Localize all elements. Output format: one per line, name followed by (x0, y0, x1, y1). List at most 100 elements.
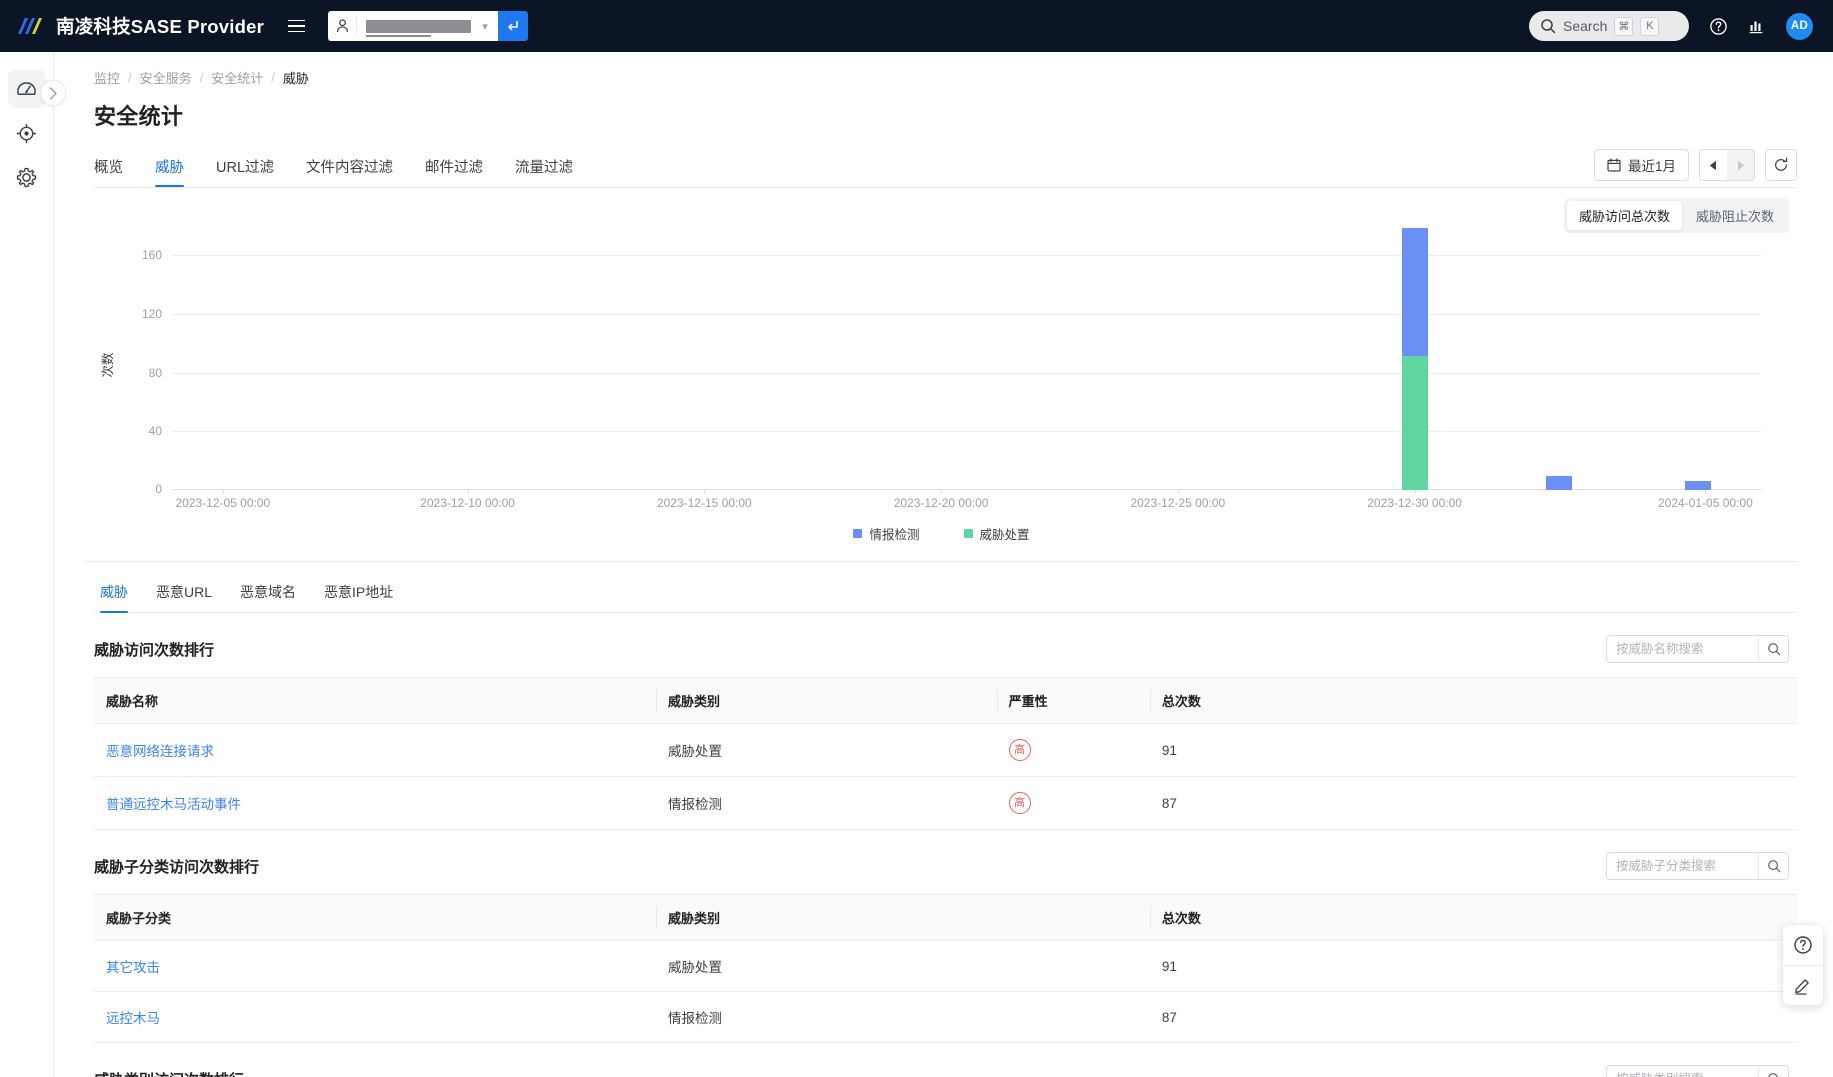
caret-right-icon (1738, 160, 1745, 170)
tab-overview[interactable]: 概览 (94, 150, 123, 187)
tab-traffic-filter[interactable]: 流量过滤 (515, 150, 573, 187)
threat-name-search[interactable] (1606, 635, 1789, 663)
avatar[interactable]: AD (1786, 12, 1813, 40)
bar-segment-threat-handling (1401, 356, 1428, 490)
subcategory-link[interactable]: 其它攻击 (106, 960, 160, 975)
tenant-select-field[interactable]: ▾ (327, 11, 498, 41)
search-input[interactable] (1607, 1066, 1758, 1077)
section-header-subcategory-ranking: 威胁子分类访问次数排行 (94, 830, 1797, 894)
bar-stack-2024-01-01[interactable] (1546, 476, 1573, 490)
cell-category: 情报检测 (655, 991, 1150, 1043)
threat-name-link[interactable]: 恶意网络连接请求 (106, 744, 214, 759)
x-tickmark (1414, 490, 1416, 494)
tab-threat[interactable]: 威胁 (155, 150, 184, 187)
breadcrumb-separator: / (271, 70, 275, 85)
column-threat-category: 威胁类别 (655, 894, 1150, 941)
bar-stack-2024-01-04[interactable] (1684, 481, 1711, 490)
tab-url-filter[interactable]: URL过滤 (216, 150, 274, 187)
subtab-malicious-domain[interactable]: 恶意域名 (240, 576, 296, 612)
feedback-dock-button[interactable] (1783, 965, 1823, 1005)
x-tick-4: 2023-12-25 00:00 (1130, 496, 1226, 510)
breadcrumb-item-2[interactable]: 安全统计 (211, 68, 263, 87)
legend-label-threat-handling: 威胁处置 (979, 528, 1030, 542)
search-icon (1767, 860, 1780, 873)
chart-bars (172, 228, 1761, 490)
x-tick-1: 2023-12-10 00:00 (420, 496, 515, 510)
search-input[interactable] (1607, 636, 1758, 662)
hamburger-icon (288, 25, 306, 27)
subtab-malicious-ip[interactable]: 恶意IP地址 (324, 576, 393, 612)
range-next-button (1727, 150, 1754, 180)
breadcrumb-item-1[interactable]: 安全服务 (140, 68, 192, 87)
global-search-button[interactable]: Search ⌘ K (1529, 11, 1689, 41)
primary-tabs: 概览 威胁 URL过滤 文件内容过滤 邮件过滤 流量过滤 最近1月 (86, 149, 1797, 187)
pencil-icon (1795, 978, 1809, 995)
refresh-button[interactable] (1765, 149, 1797, 181)
legend-item-threat-handling[interactable]: 威胁处置 (963, 524, 1030, 543)
brand-title: 南凌科技SASE Provider (56, 16, 264, 37)
legend-item-intel-detection[interactable]: 情报检测 (853, 524, 920, 543)
help-button[interactable] (1709, 17, 1728, 36)
threat-name-link[interactable]: 普通远控木马活动事件 (106, 797, 241, 812)
column-threat-subcategory: 威胁子分类 (94, 894, 656, 941)
subcategory-ranking-table: 威胁子分类 威胁类别 总次数 其它攻击 威胁处置 91 远控木马 情报检测 87 (94, 894, 1797, 1043)
section-title: 威胁访问次数排行 (94, 641, 215, 659)
sidebar-expand-button[interactable] (40, 80, 66, 106)
section-title: 威胁类别访问次数排行 (94, 1069, 244, 1077)
calendar-icon (1607, 158, 1621, 172)
toggle-blocked-count[interactable]: 威胁阻止次数 (1684, 201, 1786, 230)
chart-x-axis: 2023-12-05 00:00 2023-12-10 00:00 2023-1… (172, 490, 1761, 514)
subcategory-link[interactable]: 远控木马 (106, 1011, 160, 1026)
breadcrumb-item-0[interactable]: 监控 (94, 68, 120, 87)
search-submit-button[interactable] (1758, 853, 1788, 879)
left-sidebar (0, 52, 66, 1077)
date-range-button[interactable]: 最近1月 (1593, 149, 1689, 181)
tenant-apply-button[interactable] (497, 11, 528, 41)
breadcrumb-separator: / (199, 70, 204, 85)
breadcrumb-item-current: 威胁 (282, 71, 309, 86)
status-badge: 高 (1008, 792, 1031, 814)
page-title: 安全统计 (94, 104, 184, 129)
search-submit-button[interactable] (1758, 636, 1788, 662)
breadcrumb-separator: / (128, 70, 132, 85)
chart-legend: 情报检测 威胁处置 (94, 524, 1789, 543)
sidebar-item-monitor[interactable] (8, 114, 46, 152)
x-tickmark (222, 490, 224, 494)
top-bar: 南凌科技SASE Provider ▾ Search ⌘ K AD (0, 0, 1833, 52)
cell-category: 情报检测 (655, 776, 997, 830)
x-tick-5: 2023-12-30 00:00 (1367, 496, 1462, 510)
range-prev-button[interactable] (1700, 150, 1727, 180)
sidebar-item-settings[interactable] (8, 158, 46, 196)
status-badge: 高 (1008, 739, 1031, 761)
toggle-total-access[interactable]: 威胁访问总次数 (1566, 201, 1682, 230)
subtab-threat[interactable]: 威胁 (100, 576, 128, 613)
tenant-selector[interactable]: ▾ (327, 11, 528, 41)
subtab-malicious-url[interactable]: 恶意URL (156, 576, 212, 612)
topbar-actions: Search ⌘ K AD (1529, 11, 1817, 41)
chevron-down-icon[interactable]: ▾ (478, 20, 492, 33)
help-dock-button[interactable] (1783, 925, 1823, 965)
y-tick-80: 80 (148, 366, 162, 380)
column-threat-name: 威胁名称 (94, 677, 656, 724)
cell-category: 威胁处置 (655, 723, 997, 777)
x-tickmark (941, 490, 943, 494)
search-input[interactable] (1607, 853, 1758, 879)
main-content: 监控 / 安全服务 / 安全统计 / 威胁 安全统计 概览 威胁 URL过滤 文… (54, 52, 1833, 1077)
kbd-k: K (1640, 16, 1660, 36)
menu-toggle-button[interactable] (280, 9, 314, 43)
bar-stack-2023-12-29[interactable] (1401, 228, 1428, 490)
threat-subcategory-search[interactable] (1606, 852, 1789, 880)
cell-count: 91 (1149, 940, 1797, 992)
search-icon (1541, 19, 1556, 34)
table-row: 普通远控木马活动事件 情报检测 高 87 (94, 776, 1797, 830)
tab-mail-filter[interactable]: 邮件过滤 (425, 150, 483, 187)
date-range-label: 最近1月 (1627, 159, 1676, 174)
tab-file-content-filter[interactable]: 文件内容过滤 (306, 150, 393, 187)
search-submit-button[interactable] (1758, 1066, 1788, 1077)
divider (355, 17, 357, 35)
reports-button[interactable] (1748, 17, 1766, 35)
cell-count: 87 (1149, 991, 1797, 1043)
gear-icon (16, 167, 37, 187)
threat-category-search[interactable] (1606, 1065, 1789, 1077)
legend-swatch-green (963, 529, 973, 538)
